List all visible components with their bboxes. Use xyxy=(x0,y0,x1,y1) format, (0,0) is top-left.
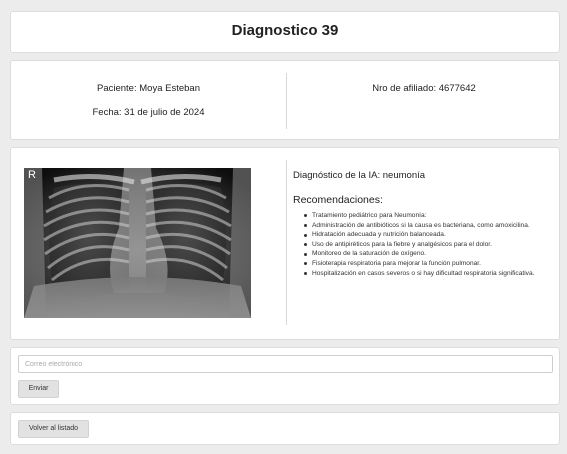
diagnosis-divider xyxy=(286,160,287,325)
page-title: Diagnostico 39 xyxy=(231,22,339,39)
ai-diagnosis: Diagnóstico de la IA: neumonía xyxy=(293,170,426,181)
patient-name: Paciente: Moya Esteban xyxy=(97,83,200,94)
recommendations-list: Tratamiento pediátrico para Neumonía: Ad… xyxy=(301,211,561,278)
diagnosis-card: R Diagnóstico de la IA: neumonía Recomen… xyxy=(10,147,560,340)
email-card: Enviar xyxy=(10,347,560,405)
title-card: Diagnostico 39 xyxy=(10,11,560,53)
recommendations-title: Recomendaciones: xyxy=(293,194,383,206)
xray-graphic xyxy=(24,168,251,318)
diagnosis-date: Fecha: 31 de julio de 2024 xyxy=(92,107,205,118)
list-item: Administración de antibióticos si la cau… xyxy=(301,221,561,231)
list-item: Hidratación adecuada y nutrición balance… xyxy=(301,230,561,240)
back-card: Volver al listado xyxy=(10,412,560,445)
list-item: Monitoreo de la saturación de oxígeno. xyxy=(301,249,561,259)
list-item: Hospitalización en casos severos o si ha… xyxy=(301,269,561,279)
patient-info-card: Paciente: Moya Esteban Fecha: 31 de juli… xyxy=(10,60,560,140)
email-field[interactable] xyxy=(18,355,553,373)
list-item: Fisioterapia respiratoria para mejorar l… xyxy=(301,259,561,269)
back-to-list-button[interactable]: Volver al listado xyxy=(18,420,89,438)
send-button[interactable]: Enviar xyxy=(18,380,59,398)
list-item: Uso de antipiréticos para la fiebre y an… xyxy=(301,240,561,250)
info-divider xyxy=(286,73,287,129)
xray-orientation-marker: R xyxy=(28,169,36,181)
chest-xray-image: R xyxy=(24,168,251,318)
affiliate-number: Nro de afiliado: 4677642 xyxy=(372,83,476,94)
list-item: Tratamiento pediátrico para Neumonía: xyxy=(301,211,561,221)
